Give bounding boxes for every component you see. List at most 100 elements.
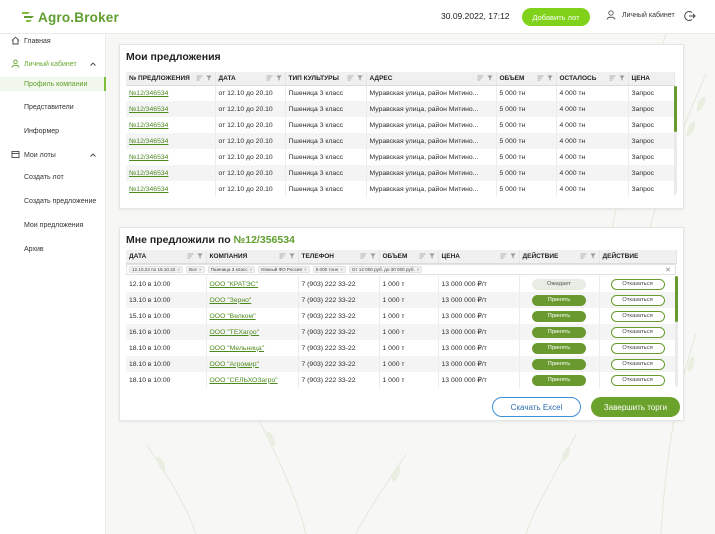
sort-icon[interactable] <box>419 253 426 259</box>
filter-chip[interactable]: Пшеница 3 класс × <box>207 266 256 273</box>
filter-icon[interactable] <box>288 253 295 259</box>
offers-scrollbar[interactable] <box>674 86 677 132</box>
sort-icon[interactable] <box>500 253 507 259</box>
sort-icon[interactable] <box>187 253 194 259</box>
company-link[interactable]: ООО "Агромир" <box>206 356 299 372</box>
logo[interactable]: Agro.Broker <box>20 8 119 26</box>
logout-icon[interactable] <box>684 10 696 24</box>
accept-button[interactable]: Принять <box>532 326 586 338</box>
remove-chip-icon[interactable]: × <box>199 267 202 272</box>
column-header[interactable]: ОБЪЕМ <box>379 250 439 264</box>
column-header[interactable]: ОСТАЛОСЬ <box>556 72 629 86</box>
accept-button[interactable]: Принять <box>532 374 586 386</box>
offer-number-link[interactable]: №12/346534 <box>126 85 216 101</box>
decline-button[interactable]: Отказаться <box>610 294 665 306</box>
filter-icon[interactable] <box>196 253 203 259</box>
decline-button[interactable]: Отказаться <box>610 342 665 354</box>
cell-text[interactable]: ООО "Зерно" <box>210 297 252 304</box>
column-header[interactable]: ДАТА <box>126 250 207 264</box>
table-row[interactable]: №12/346534 от 12.10 до 20.10 Пшеница 3 кла… <box>126 181 675 197</box>
filter-icon[interactable] <box>618 75 625 81</box>
column-header[interactable]: ТЕЛЕФОН <box>298 250 380 264</box>
cell-text[interactable]: ООО "СЕЛЬХОЗагро" <box>210 377 278 384</box>
accept-button[interactable]: Принять <box>532 294 586 306</box>
column-header[interactable]: ОБЪЕМ <box>496 72 557 86</box>
remove-chip-icon[interactable]: × <box>417 267 420 272</box>
column-header[interactable]: ДЕЙСТВИЕ <box>599 250 677 264</box>
filter-chip[interactable]: Южный ФО Россия × <box>258 266 310 273</box>
column-header[interactable]: ДАТА <box>215 72 286 86</box>
sort-icon[interactable] <box>196 75 203 81</box>
cell-text[interactable]: №12/346534 <box>129 154 168 161</box>
sort-icon[interactable] <box>266 75 273 81</box>
accept-button[interactable]: Принять <box>532 358 586 370</box>
title-number[interactable]: №12/356534 <box>234 234 295 246</box>
cell-text[interactable]: №12/346534 <box>129 90 168 97</box>
decline-button[interactable]: Отказаться <box>610 374 665 386</box>
filter-icon[interactable] <box>369 253 376 259</box>
filter-icon[interactable] <box>356 75 363 81</box>
sort-icon[interactable] <box>347 75 354 81</box>
table-row[interactable]: 15.10 в 10:00 ООО "Велком" 7 (903) 222 33-… <box>126 308 677 324</box>
table-row[interactable]: 18.10 в 10:00 ООО "СЕЛЬХОЗагро" 7 (903) 22… <box>126 372 677 388</box>
decline-button[interactable]: Отказаться <box>610 358 665 370</box>
remove-chip-icon[interactable]: × <box>340 267 343 272</box>
offer-number-link[interactable]: №12/346534 <box>126 117 216 133</box>
company-link[interactable]: ООО "Велком" <box>206 308 299 324</box>
sidebar-item-create-lot[interactable]: Создать лот <box>0 170 106 184</box>
cell-text[interactable]: №12/346534 <box>129 138 168 145</box>
column-header[interactable]: ТИП КУЛЬТУРЫ <box>285 72 367 86</box>
filter-icon[interactable] <box>205 75 212 81</box>
sidebar-item-representatives[interactable]: Представители <box>0 100 106 114</box>
add-lot-button[interactable]: Добавить лот <box>522 8 590 26</box>
offer-number-link[interactable]: №12/346534 <box>126 101 216 117</box>
company-link[interactable]: ООО "КРАТЭС" <box>206 276 299 292</box>
sort-icon[interactable] <box>609 75 616 81</box>
decline-button[interactable]: Отказаться <box>610 310 665 322</box>
sidebar-item-archive[interactable]: Архив <box>0 242 106 256</box>
filter-icon[interactable] <box>428 253 435 259</box>
sort-icon[interactable] <box>279 253 286 259</box>
offer-number-link[interactable]: №12/346534 <box>126 133 216 149</box>
sidebar-item-informer[interactable]: Информер <box>0 124 106 138</box>
filter-icon[interactable] <box>275 75 282 81</box>
filter-chip[interactable]: 12.10.22 по 19.10.22 × <box>129 266 184 273</box>
filter-chip[interactable]: 5 000 тонн × <box>312 266 346 273</box>
remove-chip-icon[interactable]: × <box>177 267 180 272</box>
table-row[interactable]: №12/346534 от 12.10 до 20.10 Пшеница 3 кла… <box>126 117 675 133</box>
table-row[interactable]: №12/346534 от 12.10 до 20.10 Пшеница 3 кла… <box>126 101 675 117</box>
company-link[interactable]: ООО "СЕЛЬХОЗагро" <box>206 372 299 388</box>
filter-chip[interactable]: Все × <box>186 266 205 273</box>
sort-icon[interactable] <box>477 75 484 81</box>
decline-button[interactable]: Отказаться <box>610 278 665 290</box>
clear-filters-icon[interactable]: ✕ <box>665 266 671 274</box>
filter-icon[interactable] <box>546 75 553 81</box>
cell-text[interactable]: ООО "ТЕХагро" <box>210 329 260 336</box>
decline-button[interactable]: Отказаться <box>610 326 665 338</box>
offer-number-link[interactable]: №12/346534 <box>126 165 216 181</box>
accept-button[interactable]: Принять <box>532 310 586 322</box>
cell-text[interactable]: №12/346534 <box>129 122 168 129</box>
sidebar-item-my-lots[interactable]: Мои лоты <box>0 148 106 162</box>
sidebar-item-create-offer[interactable]: Создать предложение <box>0 194 106 208</box>
accept-button[interactable]: Принять <box>532 342 586 354</box>
offered-scrollbar[interactable] <box>675 276 678 322</box>
cell-text[interactable]: №12/346534 <box>129 186 168 193</box>
company-link[interactable]: ООО "ТЕХагро" <box>206 324 299 340</box>
table-row[interactable]: №12/346534 от 12.10 до 20.10 Пшеница 3 кла… <box>126 85 675 101</box>
sidebar-item-company-profile[interactable]: Профиль компании <box>0 77 106 91</box>
table-row[interactable]: №12/346534 от 12.10 до 20.10 Пшеница 3 кла… <box>126 133 675 149</box>
offer-number-link[interactable]: №12/346534 <box>126 181 216 197</box>
remove-chip-icon[interactable]: × <box>250 267 253 272</box>
cell-text[interactable]: ООО "КРАТЭС" <box>210 281 259 288</box>
company-link[interactable]: ООО "Зерно" <box>206 292 299 308</box>
remove-chip-icon[interactable]: × <box>304 267 307 272</box>
table-row[interactable]: 12.10 в 10:00 ООО "КРАТЭС" 7 (903) 222 33-… <box>126 276 677 292</box>
cell-text[interactable]: №12/346534 <box>129 106 168 113</box>
column-header[interactable]: ДЕЙСТВИЕ <box>519 250 600 264</box>
column-header[interactable]: ЦЕНА <box>438 250 520 264</box>
table-row[interactable]: №12/346534 от 12.10 до 20.10 Пшеница 3 кла… <box>126 149 675 165</box>
sidebar-item-home[interactable]: Главная <box>0 34 106 48</box>
column-header[interactable]: АДРЕС <box>366 72 497 86</box>
cell-text[interactable]: №12/346534 <box>129 170 168 177</box>
